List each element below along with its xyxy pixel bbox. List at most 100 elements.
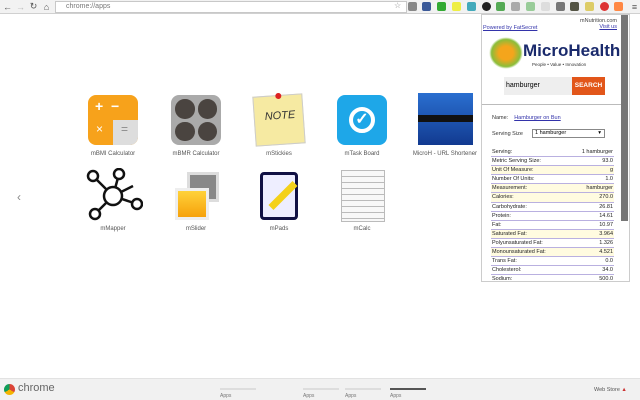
serving-size-value: 1 hamburger: [535, 130, 567, 136]
app-label: mBMI Calculator: [90, 151, 136, 157]
nutrient-name: Unit Of Measure:: [492, 167, 534, 174]
sticky-note-icon: NOTE: [252, 92, 306, 147]
app-mcalc[interactable]: mCalc: [322, 170, 402, 232]
forward-icon[interactable]: →: [15, 2, 26, 12]
extension-icon[interactable]: [600, 2, 609, 11]
name-label: Name:: [492, 115, 509, 121]
app-mpads[interactable]: mPads: [239, 170, 319, 232]
nutrient-value: 4.521: [599, 249, 613, 256]
nutrition-row: Unit Of Measure: g: [491, 166, 614, 176]
spreadsheet-icon: [337, 170, 387, 222]
page-label: Apps: [390, 393, 402, 399]
page-tab-active[interactable]: Apps: [390, 388, 426, 399]
scrollbar[interactable]: [621, 15, 628, 221]
nutrient-name: Polyunsaturated Fat:: [492, 239, 543, 246]
app-mbmr-calculator[interactable]: mBMR Calculator: [156, 95, 236, 157]
app-label: mMapper: [100, 226, 126, 232]
extension-icon[interactable]: [511, 2, 520, 11]
food-name: Name: Hamburger on Bun: [492, 115, 561, 121]
nutrition-row: Measurement: hamburger: [491, 184, 614, 194]
address-bar[interactable]: chrome://apps: [55, 1, 407, 13]
home-icon[interactable]: ⌂: [41, 2, 52, 12]
app-label: mCalc: [353, 226, 371, 232]
nutrient-value: 34.0: [602, 267, 613, 274]
check-extension-icon[interactable]: [437, 2, 446, 11]
app-launcher-bar: chrome Apps Apps Apps Apps Web Store ▲: [0, 378, 640, 400]
page-label: Apps: [220, 393, 232, 399]
nutrient-value: 3.964: [599, 230, 613, 237]
nutrient-value: 0.0: [605, 258, 613, 265]
app-label: MicroH - URL Shortener: [412, 151, 478, 157]
slides-icon: [171, 170, 221, 220]
app-mbmi-calculator[interactable]: + − × = mBMI Calculator: [73, 95, 153, 157]
microhealth-popup: mNutrition.com Visit us Powered by FatSec…: [481, 14, 630, 282]
visit-link[interactable]: Visit us: [599, 24, 617, 30]
mind-map-icon: [86, 168, 143, 221]
calculator-icon: [171, 95, 221, 145]
powered-by-link[interactable]: Powered by FatSecret: [483, 25, 537, 31]
microhealth-extension-icon[interactable]: [614, 2, 623, 11]
logo-title: MicroHealth: [523, 41, 621, 60]
calculator-icon: + − × =: [88, 95, 138, 145]
checkmark-icon: ✓: [337, 95, 387, 145]
nutrient-value: 270.0: [599, 194, 613, 201]
extension-icon[interactable]: [467, 2, 476, 11]
food-name-link[interactable]: Hamburger on Bun: [514, 115, 560, 121]
app-microh-url-shortener[interactable]: MicroH - URL Shortener: [405, 93, 485, 157]
nutrient-name: Protein:: [492, 212, 511, 219]
nutrition-row: Monounsaturated Fat: 4.521: [491, 248, 614, 258]
back-icon[interactable]: ←: [2, 2, 13, 12]
extension-icon[interactable]: [496, 2, 505, 11]
web-store-icon: ▲: [621, 387, 627, 393]
nutrient-value: g: [609, 167, 613, 174]
nutrient-value: 1.326: [599, 239, 613, 246]
app-mslider[interactable]: mSlider: [156, 170, 236, 232]
extension-icon[interactable]: [585, 2, 594, 11]
extension-icon[interactable]: [570, 2, 579, 11]
extension-icon[interactable]: [541, 2, 550, 11]
web-store-label: Web Store: [594, 387, 620, 393]
app-label: mStickies: [266, 151, 292, 157]
nutrition-row: Saturated Fat: 3.964: [491, 229, 614, 239]
food-search-input[interactable]: hamburger: [504, 77, 572, 95]
previous-page-arrow[interactable]: ‹: [17, 190, 21, 204]
dropdown-arrow-icon: ▾: [598, 130, 601, 136]
extension-icon[interactable]: [526, 2, 535, 11]
web-store-link[interactable]: Web Store ▲: [594, 387, 627, 393]
search-button[interactable]: SEARCH: [572, 77, 605, 95]
nutrient-value: 26.81: [599, 203, 613, 210]
page-tab[interactable]: Apps: [303, 388, 339, 399]
notepad-icon: [254, 170, 304, 220]
nutrient-name: Metric Serving Size:: [492, 158, 541, 165]
nutrient-name: Sodium:: [492, 276, 513, 282]
mail-extension-icon[interactable]: [408, 2, 417, 11]
serving-size-select[interactable]: 1 hamburger ▾: [532, 129, 605, 138]
app-label: mPads: [269, 226, 289, 232]
reload-icon[interactable]: ↻: [28, 1, 39, 12]
extension-icon[interactable]: [422, 2, 431, 11]
nutrient-name: Serving:: [492, 149, 513, 155]
page-tab[interactable]: Apps: [345, 388, 381, 399]
nutrient-value: 500.0: [599, 276, 613, 282]
app-mtask-board[interactable]: ✓ mTask Board: [322, 95, 402, 157]
url-shortener-icon: [417, 93, 473, 145]
nutrient-value: hamburger: [586, 185, 613, 192]
nutrient-value: 1.0: [605, 176, 613, 183]
extension-icon[interactable]: [482, 2, 491, 11]
app-mstickies[interactable]: NOTE mStickies: [239, 92, 319, 157]
bookmark-star-icon[interactable]: ☆: [394, 1, 401, 10]
app-label: mTask Board: [344, 151, 380, 157]
nutrient-name: Measurement:: [492, 185, 528, 192]
nutrient-name: Monounsaturated Fat:: [492, 249, 546, 256]
page-tab[interactable]: Apps: [220, 388, 256, 399]
nutrition-row: Cholesterol: 34.0: [491, 266, 614, 276]
app-mmapper[interactable]: mMapper: [73, 168, 153, 232]
caduceus-icon: [489, 37, 523, 69]
menu-icon[interactable]: ≡: [629, 2, 640, 12]
nutrition-row: Protein: 14.61: [491, 212, 614, 221]
nutrition-row: Serving: 1 hamburger: [491, 148, 614, 158]
extension-icon[interactable]: [556, 2, 565, 11]
chrome-logo-icon: [4, 384, 15, 395]
note-extension-icon[interactable]: [452, 2, 461, 11]
app-label: mBMR Calculator: [172, 151, 220, 157]
